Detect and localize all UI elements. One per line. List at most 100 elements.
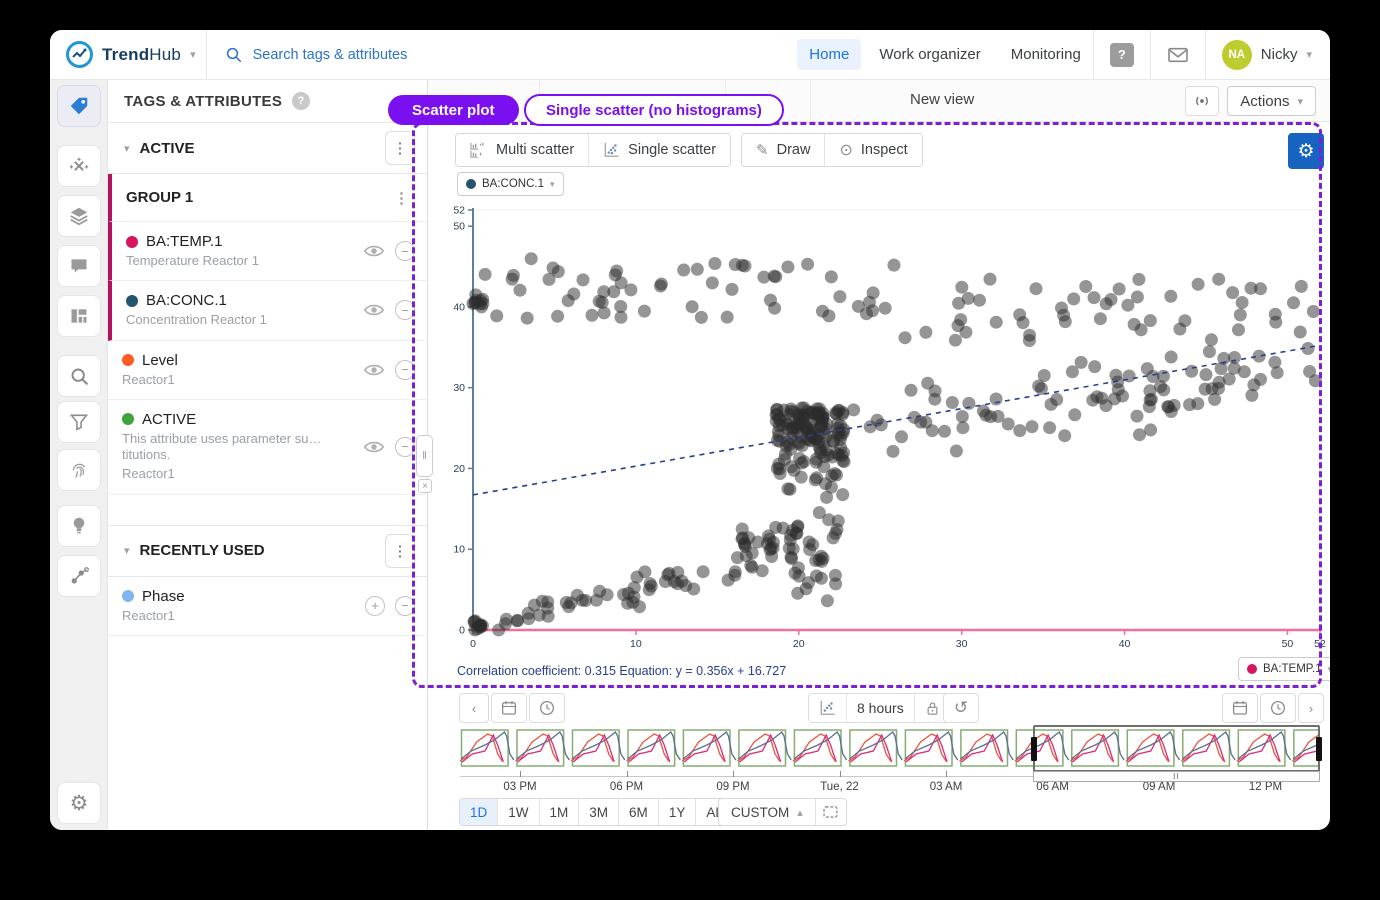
- caret-up-icon: ▴: [797, 806, 803, 819]
- remove-minus-icon[interactable]: −: [395, 596, 415, 616]
- brand-name: TrendHub: [102, 45, 181, 65]
- brush-drag-grip[interactable]: II: [1033, 771, 1320, 782]
- series-color-dot: [122, 413, 134, 425]
- section-recently-used-header[interactable]: ▾ RECENTLY USED ⋮: [108, 525, 427, 577]
- remove-minus-icon[interactable]: −: [395, 437, 415, 457]
- panel-collapse-icon[interactable]: ×: [418, 479, 432, 493]
- visibility-eye-icon[interactable]: [363, 439, 385, 455]
- x-tick-label: 52: [1314, 638, 1326, 650]
- single-scatter-button[interactable]: Single scatter: [588, 134, 730, 166]
- tag-item-ba-conc-1[interactable]: BA:CONC.1 Concentration Reactor 1 −: [108, 281, 427, 340]
- duration-button[interactable]: 8 hours: [846, 694, 914, 722]
- rail-lightbulb-icon[interactable]: [57, 505, 101, 547]
- step-forward-button[interactable]: ›: [1298, 693, 1324, 723]
- gear-icon: ⚙: [1297, 140, 1314, 163]
- tag-item-active[interactable]: ACTIVE This attribute uses parameter su……: [108, 400, 427, 495]
- clock-end-icon[interactable]: [1260, 693, 1296, 723]
- calendar-start-icon[interactable]: [491, 693, 527, 723]
- group-1-menu-button[interactable]: ⋮: [388, 189, 415, 207]
- draw-button[interactable]: ✎ Draw: [742, 134, 824, 166]
- range-button-3m[interactable]: 3M: [578, 799, 618, 825]
- rail-settings-icon[interactable]: ⚙: [57, 782, 101, 824]
- user-menu[interactable]: NA Nicky ▾: [1206, 40, 1330, 70]
- time-range-brush[interactable]: [1033, 725, 1320, 772]
- rail-dashboard-icon[interactable]: [57, 295, 101, 337]
- range-button-1d[interactable]: 1D: [460, 799, 497, 825]
- remove-minus-icon[interactable]: −: [395, 300, 415, 320]
- custom-range-picker-icon[interactable]: [815, 799, 846, 825]
- series-color-dot: [466, 179, 476, 189]
- trendhub-logo-icon: [66, 41, 93, 68]
- y-tick-label: 52: [453, 205, 465, 217]
- badge-single-scatter[interactable]: Single scatter (no histograms): [524, 94, 784, 126]
- visibility-eye-icon[interactable]: [363, 362, 385, 378]
- visibility-eye-icon[interactable]: [363, 302, 385, 318]
- nav-item-work-organizer[interactable]: Work organizer: [867, 39, 992, 70]
- badge-scatter-plot[interactable]: Scatter plot: [388, 95, 519, 125]
- rail-sparkle-icon[interactable]: [57, 145, 101, 187]
- inspect-button[interactable]: ⊙ Inspect: [824, 134, 921, 166]
- mail-icon[interactable]: [1167, 46, 1189, 64]
- collapse-caret-icon[interactable]: ▾: [124, 544, 130, 557]
- scatter-range-icon[interactable]: [809, 694, 846, 722]
- rail-tag-icon[interactable]: [57, 85, 101, 127]
- tag-item-ba-temp-1[interactable]: BA:TEMP.1 Temperature Reactor 1 −: [108, 222, 427, 281]
- range-button-1y[interactable]: 1Y: [658, 799, 696, 825]
- actions-button[interactable]: Actions ▾: [1227, 86, 1316, 116]
- nav-item-monitoring[interactable]: Monitoring: [999, 39, 1093, 70]
- brush-handle-left[interactable]: [1031, 737, 1037, 761]
- range-button-6m[interactable]: 6M: [618, 799, 658, 825]
- calendar-end-icon[interactable]: [1222, 693, 1258, 723]
- custom-range-button[interactable]: CUSTOM ▴: [719, 799, 815, 825]
- visibility-eye-icon[interactable]: [363, 243, 385, 259]
- brand-logo[interactable]: TrendHub ▾: [50, 41, 206, 68]
- user-caret-icon: ▾: [1306, 48, 1312, 61]
- section-recently-used-menu-button[interactable]: ⋮: [385, 534, 415, 568]
- time-axis-label: 06 AM: [1013, 781, 1093, 793]
- x-series-selector[interactable]: BA:CONC.1 ▾: [457, 172, 564, 196]
- rail-search-icon[interactable]: [57, 355, 101, 397]
- app-window: TrendHub ▾ Search tags & attributes Home…: [50, 30, 1330, 830]
- multi-scatter-button[interactable]: Multi scatter: [456, 134, 588, 166]
- rail-layers-icon[interactable]: [57, 195, 101, 237]
- tag-name: BA:CONC.1: [146, 292, 227, 309]
- clock-start-icon[interactable]: [529, 693, 565, 723]
- panel-resize-handle[interactable]: ‖: [416, 435, 433, 477]
- scatter-points: [467, 252, 1322, 636]
- history-icon[interactable]: ↺: [943, 693, 979, 723]
- search-input[interactable]: Search tags & attributes: [225, 46, 555, 64]
- series-color-dot: [126, 295, 138, 307]
- nav-item-home[interactable]: Home: [797, 39, 861, 70]
- y-tick-label: 20: [453, 463, 465, 475]
- section-active-menu-button[interactable]: ⋮: [385, 131, 415, 165]
- brush-handle-right[interactable]: [1316, 737, 1322, 761]
- help-icon[interactable]: ?: [1110, 43, 1134, 67]
- tag-item-level[interactable]: Level Reactor1 −: [108, 341, 427, 400]
- section-active-label: ACTIVE: [140, 140, 195, 157]
- broadcast-live-icon[interactable]: [1185, 86, 1219, 116]
- rail-comment-icon[interactable]: [57, 245, 101, 287]
- remove-minus-icon[interactable]: −: [395, 360, 415, 380]
- time-axis-tick: [946, 771, 947, 777]
- chart-settings-button[interactable]: ⚙: [1288, 133, 1324, 169]
- y-tick-label: 40: [453, 301, 465, 313]
- range-button-1m[interactable]: 1M: [539, 799, 579, 825]
- step-back-button[interactable]: ‹: [459, 693, 489, 723]
- x-tick-label: 10: [630, 638, 642, 650]
- panel-help-icon[interactable]: ?: [292, 92, 310, 110]
- rail-graph-icon[interactable]: [57, 555, 101, 597]
- mini-trend-line: [851, 735, 892, 762]
- mini-trend-line: [518, 735, 559, 762]
- tag-item-phase[interactable]: Phase Reactor1 + −: [108, 577, 427, 636]
- remove-minus-icon[interactable]: −: [395, 241, 415, 261]
- section-active-header[interactable]: ▾ ACTIVE ⋮: [108, 123, 427, 174]
- collapse-caret-icon[interactable]: ▾: [124, 142, 130, 155]
- group-1-header[interactable]: GROUP 1 ⋮: [108, 174, 427, 222]
- range-button-1w[interactable]: 1W: [497, 799, 538, 825]
- rail-filter-icon[interactable]: [57, 401, 101, 443]
- scatter-chart[interactable]: 01020304050520102030405052: [443, 202, 1330, 654]
- add-plus-icon[interactable]: +: [365, 596, 385, 616]
- rail-fingerprint-icon[interactable]: [57, 449, 101, 491]
- y-series-selector[interactable]: BA:TEMP.1 ▾: [1238, 657, 1330, 681]
- brand-caret-icon[interactable]: ▾: [190, 48, 196, 61]
